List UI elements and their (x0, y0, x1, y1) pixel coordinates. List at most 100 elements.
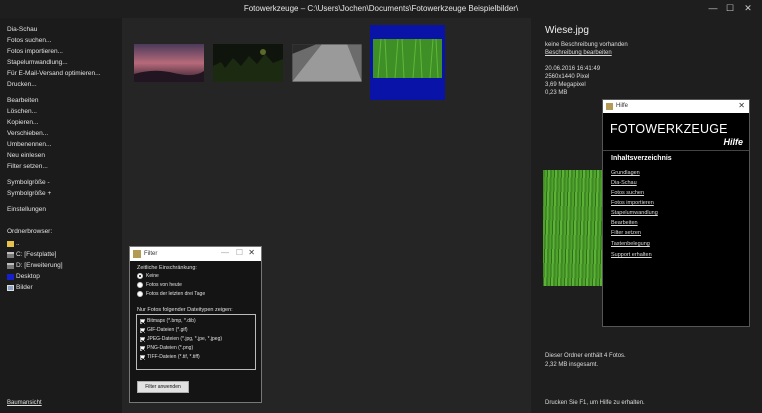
app-icon (606, 103, 613, 110)
help-link-fotos-suchen[interactable]: Fotos suchen (611, 190, 644, 196)
minimize-button[interactable]: — (706, 2, 720, 15)
help-close-button[interactable]: ✕ (738, 101, 745, 110)
filter-close-button[interactable]: ✕ (248, 248, 255, 257)
tree-item-parent[interactable]: .. (7, 240, 20, 247)
checkbox (140, 354, 145, 360)
help-link-filter-setzen[interactable]: Filter setzen (611, 230, 641, 236)
tree-item-bilder[interactable]: Bilder (7, 284, 33, 291)
radio-label: Keine (146, 273, 159, 279)
file-type-list: Bitmaps (*.bmp, *.dib) GIF-Dateien (*.gi… (136, 314, 256, 370)
filter-maximize-button[interactable]: ☐ (236, 248, 243, 257)
help-divider (603, 150, 749, 151)
file-name: Wiese.jpg (545, 25, 589, 36)
radio-button (137, 282, 143, 288)
file-megapixel: 3,69 Megapixel (545, 82, 586, 88)
apply-filter-button[interactable]: Filter anwenden (137, 381, 189, 393)
check-png[interactable]: PNG-Dateien (*.png) (140, 345, 193, 351)
grass-thumbnail-selected[interactable] (370, 25, 445, 100)
help-window: Hilfe ✕ FOTOWERKZEUGE Hilfe Inhaltsverze… (602, 99, 750, 327)
radio-drei-tage[interactable]: Fotos der letzten drei Tage (137, 291, 205, 297)
help-link-fotos-importieren[interactable]: Fotos importieren (611, 200, 654, 206)
help-link-dia-schau[interactable]: Dia-Schau (611, 180, 637, 186)
tree-item-drive-d[interactable]: D: [Erweiterung] (7, 262, 63, 269)
time-restriction-label: Zeitliche Einschränkung: (137, 265, 197, 271)
menu-symbolgroesse-plus[interactable]: Symbolgröße + (7, 190, 51, 197)
tree-item-label: D: [Erweiterung] (16, 262, 63, 269)
grass-thumbnail (373, 39, 442, 78)
tree-item-label: C: [Festplatte] (16, 251, 57, 258)
help-window-title: Hilfe (616, 103, 629, 109)
help-link-support[interactable]: Support erhalten (611, 252, 652, 258)
folder-size: 2,32 MB insgesamt. (545, 362, 599, 368)
pictures-icon (7, 284, 14, 291)
folder-icon (7, 240, 14, 247)
menu-fotos-importieren[interactable]: Fotos importieren... (7, 48, 63, 55)
maximize-button[interactable]: ☐ (723, 2, 737, 15)
check-jpeg[interactable]: JPEG-Dateien (*.jpg, *.jpe, *.jpeg) (140, 336, 222, 342)
help-link-tastenbelegung[interactable]: Tastenbelegung (611, 241, 650, 247)
menu-bearbeiten[interactable]: Bearbeiten (7, 97, 38, 104)
tree-item-label: Desktop (16, 273, 40, 280)
menu-email-optimieren[interactable]: Für E-Mail-Versand optimieren... (7, 70, 101, 77)
check-gif[interactable]: GIF-Dateien (*.gif) (140, 327, 188, 333)
tree-item-drive-c[interactable]: C: [Festplatte] (7, 251, 56, 258)
menu-stapelumwandlung[interactable]: Stapelumwandlung... (7, 59, 68, 66)
checkbox-label: PNG-Dateien (*.png) (147, 345, 194, 351)
checkbox (140, 345, 145, 351)
drive-icon (7, 262, 14, 269)
file-types-label: Nur Fotos folgender Dateitypen zeigen: (137, 307, 233, 313)
check-tiff[interactable]: TIFF-Dateien (*.tif, *.tiff) (140, 354, 200, 360)
file-date: 20.06.2016 16:41:49 (545, 66, 601, 72)
radio-label: Fotos der letzten drei Tage (146, 291, 206, 297)
filter-window-title: Filter (144, 251, 158, 257)
tree-item-label: Bilder (16, 284, 33, 291)
menu-neu-einlesen[interactable]: Neu einlesen (7, 152, 45, 159)
radio-button (137, 291, 143, 297)
menu-fotos-suchen[interactable]: Fotos suchen... (7, 37, 51, 44)
menu-verschieben[interactable]: Verschieben... (7, 130, 48, 137)
sunset-thumbnail[interactable] (134, 44, 204, 82)
app-icon (133, 250, 141, 258)
filter-titlebar[interactable]: Filter — ☐ ✕ (130, 247, 261, 261)
file-size: 0,23 MB (545, 90, 568, 96)
edit-description-link[interactable]: Beschreibung bearbeiten (545, 50, 612, 56)
check-bitmaps[interactable]: Bitmaps (*.bmp, *.dib) (140, 318, 196, 324)
radio-keine[interactable]: Keine (137, 273, 159, 279)
tree-item-label: .. (16, 240, 20, 247)
help-link-bearbeiten[interactable]: Bearbeiten (611, 220, 638, 226)
menu-einstellungen[interactable]: Einstellungen (7, 206, 46, 213)
tree-item-desktop[interactable]: Desktop (7, 273, 40, 280)
dark-trees-thumbnail[interactable] (213, 44, 283, 82)
help-subheading: Hilfe (723, 137, 743, 147)
window-title: Fotowerkzeuge – C:\Users\Jochen\Document… (243, 4, 519, 13)
filter-minimize-button[interactable]: — (221, 248, 229, 257)
description-text: keine Beschreibung vorhanden (545, 42, 628, 48)
road-thumbnail[interactable] (292, 44, 362, 82)
menu-kopieren[interactable]: Kopieren... (7, 119, 38, 126)
menu-loeschen[interactable]: Löschen... (7, 108, 37, 115)
help-link-stapelumwandlung[interactable]: Stapelumwandlung (611, 210, 658, 216)
tree-view-link[interactable]: Baumansicht (7, 400, 42, 406)
checkbox (140, 327, 145, 333)
desktop-icon (7, 273, 14, 280)
help-link-grundlagen[interactable]: Grundlagen (611, 170, 640, 176)
radio-heute[interactable]: Fotos von heute (137, 282, 182, 288)
checkbox-label: Bitmaps (*.bmp, *.dib) (147, 318, 196, 324)
help-toc-title: Inhaltsverzeichnis (611, 155, 672, 162)
image-preview (543, 170, 603, 286)
checkbox (140, 318, 145, 324)
menu-drucken[interactable]: Drucken... (7, 81, 37, 88)
checkbox-label: JPEG-Dateien (*.jpg, *.jpe, *.jpeg) (147, 336, 223, 342)
menu-filter-setzen[interactable]: Filter setzen... (7, 163, 48, 170)
menu-symbolgroesse-minus[interactable]: Symbolgröße - (7, 179, 50, 186)
title-bar: Fotowerkzeuge – C:\Users\Jochen\Document… (0, 0, 762, 18)
radio-button (137, 273, 143, 279)
help-titlebar[interactable]: Hilfe ✕ (603, 100, 749, 113)
menu-dia-schau[interactable]: Dia-Schau (7, 26, 37, 33)
close-button[interactable]: ✕ (741, 2, 755, 15)
help-heading: FOTOWERKZEUGE (610, 122, 728, 136)
checkbox-label: GIF-Dateien (*.gif) (147, 327, 188, 333)
menu-umbenennen[interactable]: Umbenennen... (7, 141, 51, 148)
checkbox (140, 336, 145, 342)
filter-dialog: Filter — ☐ ✕ Zeitliche Einschränkung: Ke… (129, 246, 262, 403)
